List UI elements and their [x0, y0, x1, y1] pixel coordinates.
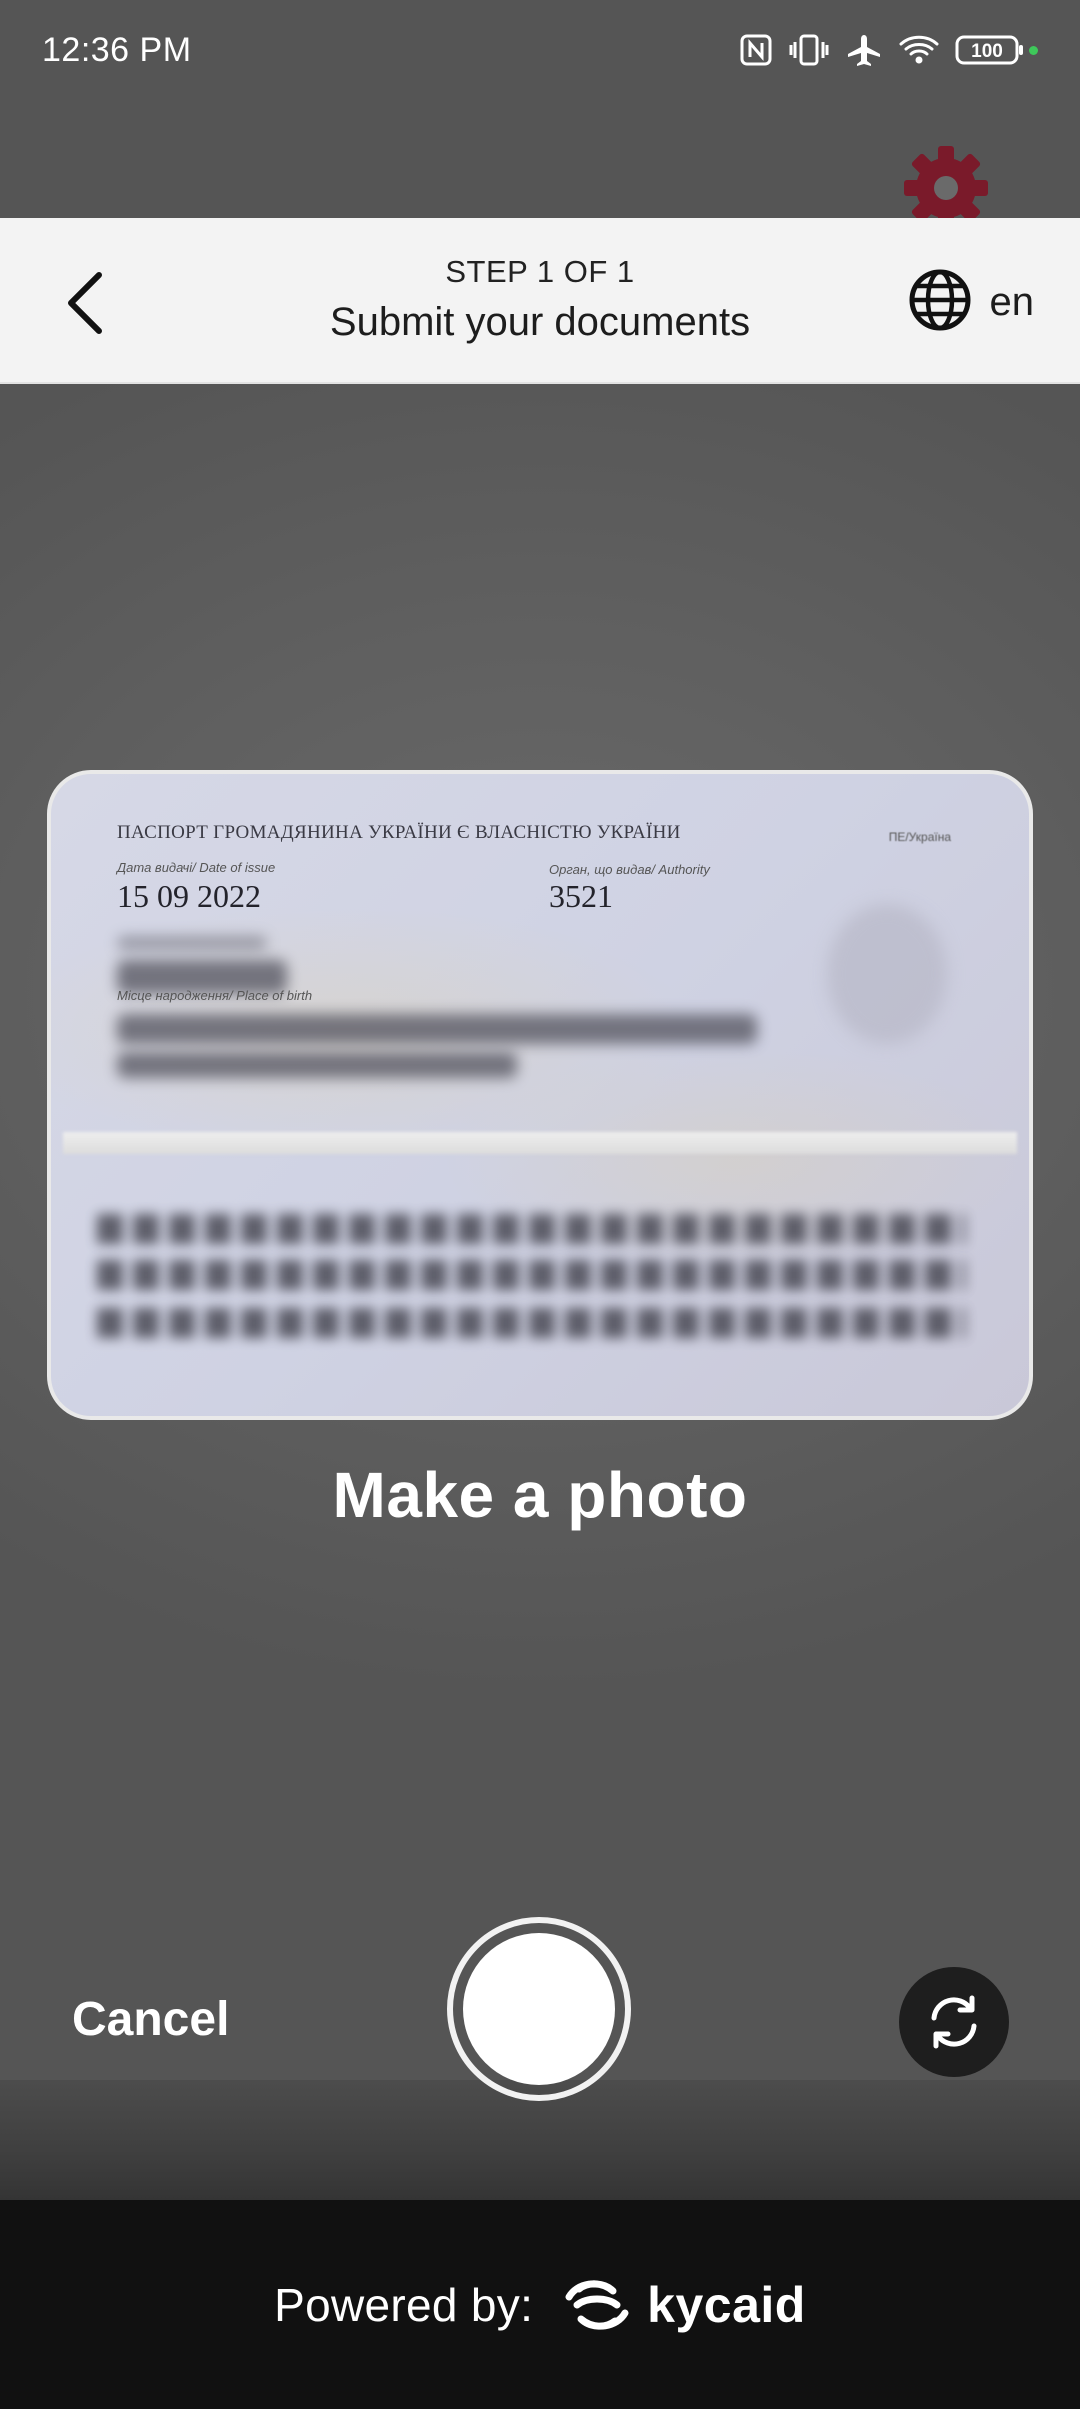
document-stripe — [63, 1132, 1017, 1154]
brand-name: kycaid — [647, 2276, 806, 2333]
document-corner-text: ПЕ/Україна — [888, 830, 951, 844]
blurred-field — [117, 1014, 757, 1044]
language-code: en — [989, 280, 1035, 324]
step-header: STEP 1 OF 1 Submit your documents en — [0, 218, 1080, 384]
status-icons: 100 — [739, 33, 1038, 67]
language-selector[interactable]: en — [908, 268, 1035, 337]
status-time: 12:36 PM — [42, 30, 192, 69]
airplane-icon — [845, 33, 883, 67]
brand-logo: kycaid — [559, 2275, 806, 2335]
globe-icon — [908, 268, 972, 337]
blurred-field — [117, 1052, 517, 1078]
wifi-icon — [899, 34, 939, 66]
vibrate-icon — [789, 33, 829, 67]
mrz-line — [97, 1214, 965, 1244]
battery-level: 100 — [971, 41, 1003, 62]
authority-value: 3521 — [549, 878, 613, 914]
mrz-line — [97, 1260, 965, 1290]
nfc-icon — [739, 33, 773, 67]
shutter-inner — [463, 1933, 615, 2085]
footer: Powered by: kycaid — [0, 2200, 1080, 2409]
camera-instruction: Make a photo — [332, 1459, 748, 1531]
blurred-field — [117, 936, 267, 950]
powered-by-label: Powered by: — [274, 2278, 534, 2331]
kycaid-logo-icon — [565, 2279, 629, 2330]
date-of-issue-value: 15 09 2022 — [117, 878, 261, 914]
switch-camera-icon — [931, 1995, 977, 2049]
charging-dot — [1029, 45, 1038, 55]
place-of-birth-label: Місце народження/ Place of birth — [117, 988, 313, 1003]
shutter-button[interactable] — [447, 1917, 631, 2101]
date-of-issue-label: Дата видачі/ Date of issue — [117, 860, 276, 875]
battery-icon: 100 — [955, 33, 1038, 67]
status-bar: 12:36 PM 100 — [0, 0, 1080, 100]
switch-camera-button[interactable] — [899, 1967, 1009, 2077]
document-frame: ПАСПОРТ ГРОМАДЯНИНА УКРАЇНИ Є ВЛАСНІСТЮ … — [47, 770, 1033, 1420]
document-heading: ПАСПОРТ ГРОМАДЯНИНА УКРАЇНИ Є ВЛАСНІСТЮ … — [117, 822, 681, 843]
cancel-button[interactable]: Cancel — [72, 1992, 229, 2047]
blurred-seal — [827, 904, 947, 1044]
mrz-line — [97, 1308, 965, 1338]
authority-label: Орган, що видав/ Authority — [549, 862, 710, 877]
